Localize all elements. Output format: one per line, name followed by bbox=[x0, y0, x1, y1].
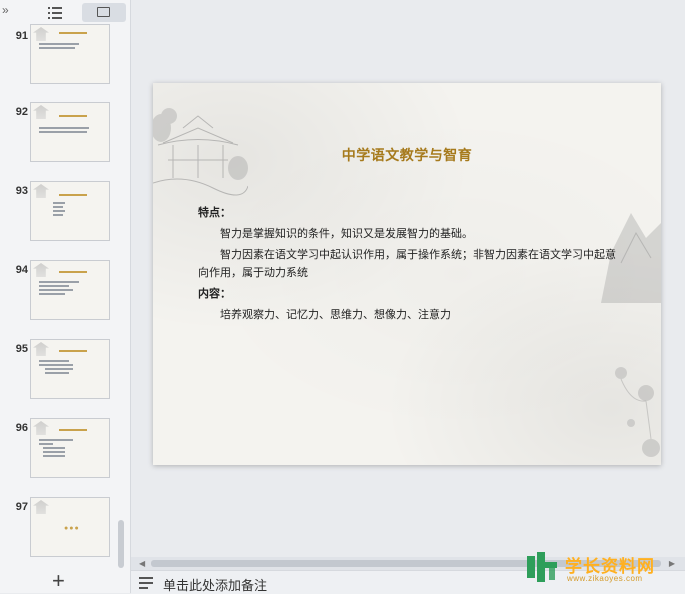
thumbnail-row: 94 bbox=[0, 260, 118, 324]
flower-ink-painting bbox=[615, 367, 660, 457]
slide-number: 92 bbox=[15, 106, 28, 118]
watermark-logo-icon bbox=[527, 552, 557, 582]
slide-thumbnail[interactable] bbox=[30, 102, 110, 162]
slide-editing-area: 中学语文教学与智育 特点： 智力是掌握知识的条件，知识又是发展智力的基础。 智力… bbox=[131, 0, 685, 557]
slide-thumbnail-panel: » 91 92 93 94 95 96 97 ●●● + bbox=[0, 0, 131, 593]
slide-thumbnail[interactable] bbox=[30, 260, 110, 320]
slide-thumbnail[interactable]: ●●● bbox=[30, 497, 110, 557]
slide-thumbnail[interactable] bbox=[30, 339, 110, 399]
slide-number: 96 bbox=[15, 422, 28, 434]
watermark-url: www.zikaoyes.com bbox=[567, 574, 643, 583]
content-paragraph: 培养观察力、记忆力、思维力、想像力、注意力 bbox=[220, 308, 451, 321]
content-heading: 内容： bbox=[198, 287, 231, 300]
slides-view-button[interactable] bbox=[82, 3, 126, 22]
features-heading: 特点： bbox=[198, 206, 231, 219]
thumbnail-decoration: ●●● bbox=[64, 525, 80, 532]
slide-number: 91 bbox=[15, 30, 28, 42]
slide-thumbnail[interactable] bbox=[30, 418, 110, 478]
thumbnail-toolbar: » bbox=[0, 0, 130, 26]
slide-number: 93 bbox=[15, 185, 28, 197]
slide-number: 95 bbox=[15, 343, 28, 355]
current-slide[interactable]: 中学语文教学与智育 特点： 智力是掌握知识的条件，知识又是发展智力的基础。 智力… bbox=[153, 83, 661, 465]
slide-number: 97 bbox=[15, 501, 28, 513]
slide-thumbnail[interactable] bbox=[30, 181, 110, 241]
slide-number: 94 bbox=[15, 264, 28, 276]
notes-placeholder[interactable]: 单击此处添加备注 bbox=[163, 575, 267, 594]
thumbnail-row: 91 bbox=[0, 24, 118, 90]
features-paragraph: 智力因素在语文学习中起认识作用，属于操作系统；非智力因素在语文学习中起意向作用，… bbox=[198, 248, 616, 279]
slides-view-icon bbox=[97, 7, 110, 17]
thumbnail-row: 95 bbox=[0, 339, 118, 403]
notes-icon bbox=[139, 577, 153, 589]
watermark: 学长资料网 www.zikaoyes.com bbox=[525, 548, 685, 588]
slide-thumbnail[interactable] bbox=[30, 24, 110, 84]
thumbnail-row: 92 bbox=[0, 102, 118, 166]
thumbnail-row: 93 bbox=[0, 181, 118, 245]
thumbnail-row: 96 bbox=[0, 418, 118, 482]
features-paragraph: 智力是掌握知识的条件，知识又是发展智力的基础。 bbox=[220, 227, 473, 240]
add-slide-button[interactable]: + bbox=[52, 570, 65, 592]
thumbnail-row: 97 ●●● bbox=[0, 497, 118, 561]
slide-body-text[interactable]: 特点： 智力是掌握知识的条件，知识又是发展智力的基础。 智力因素在语文学习中起认… bbox=[198, 201, 618, 324]
thumbnail-scrollbar[interactable] bbox=[118, 520, 124, 568]
outline-view-button[interactable] bbox=[46, 5, 66, 21]
collapse-panel-icon[interactable]: » bbox=[2, 3, 9, 17]
scroll-left-icon[interactable]: ◀ bbox=[139, 557, 145, 570]
slide-title[interactable]: 中学语文教学与智育 bbox=[153, 145, 661, 165]
